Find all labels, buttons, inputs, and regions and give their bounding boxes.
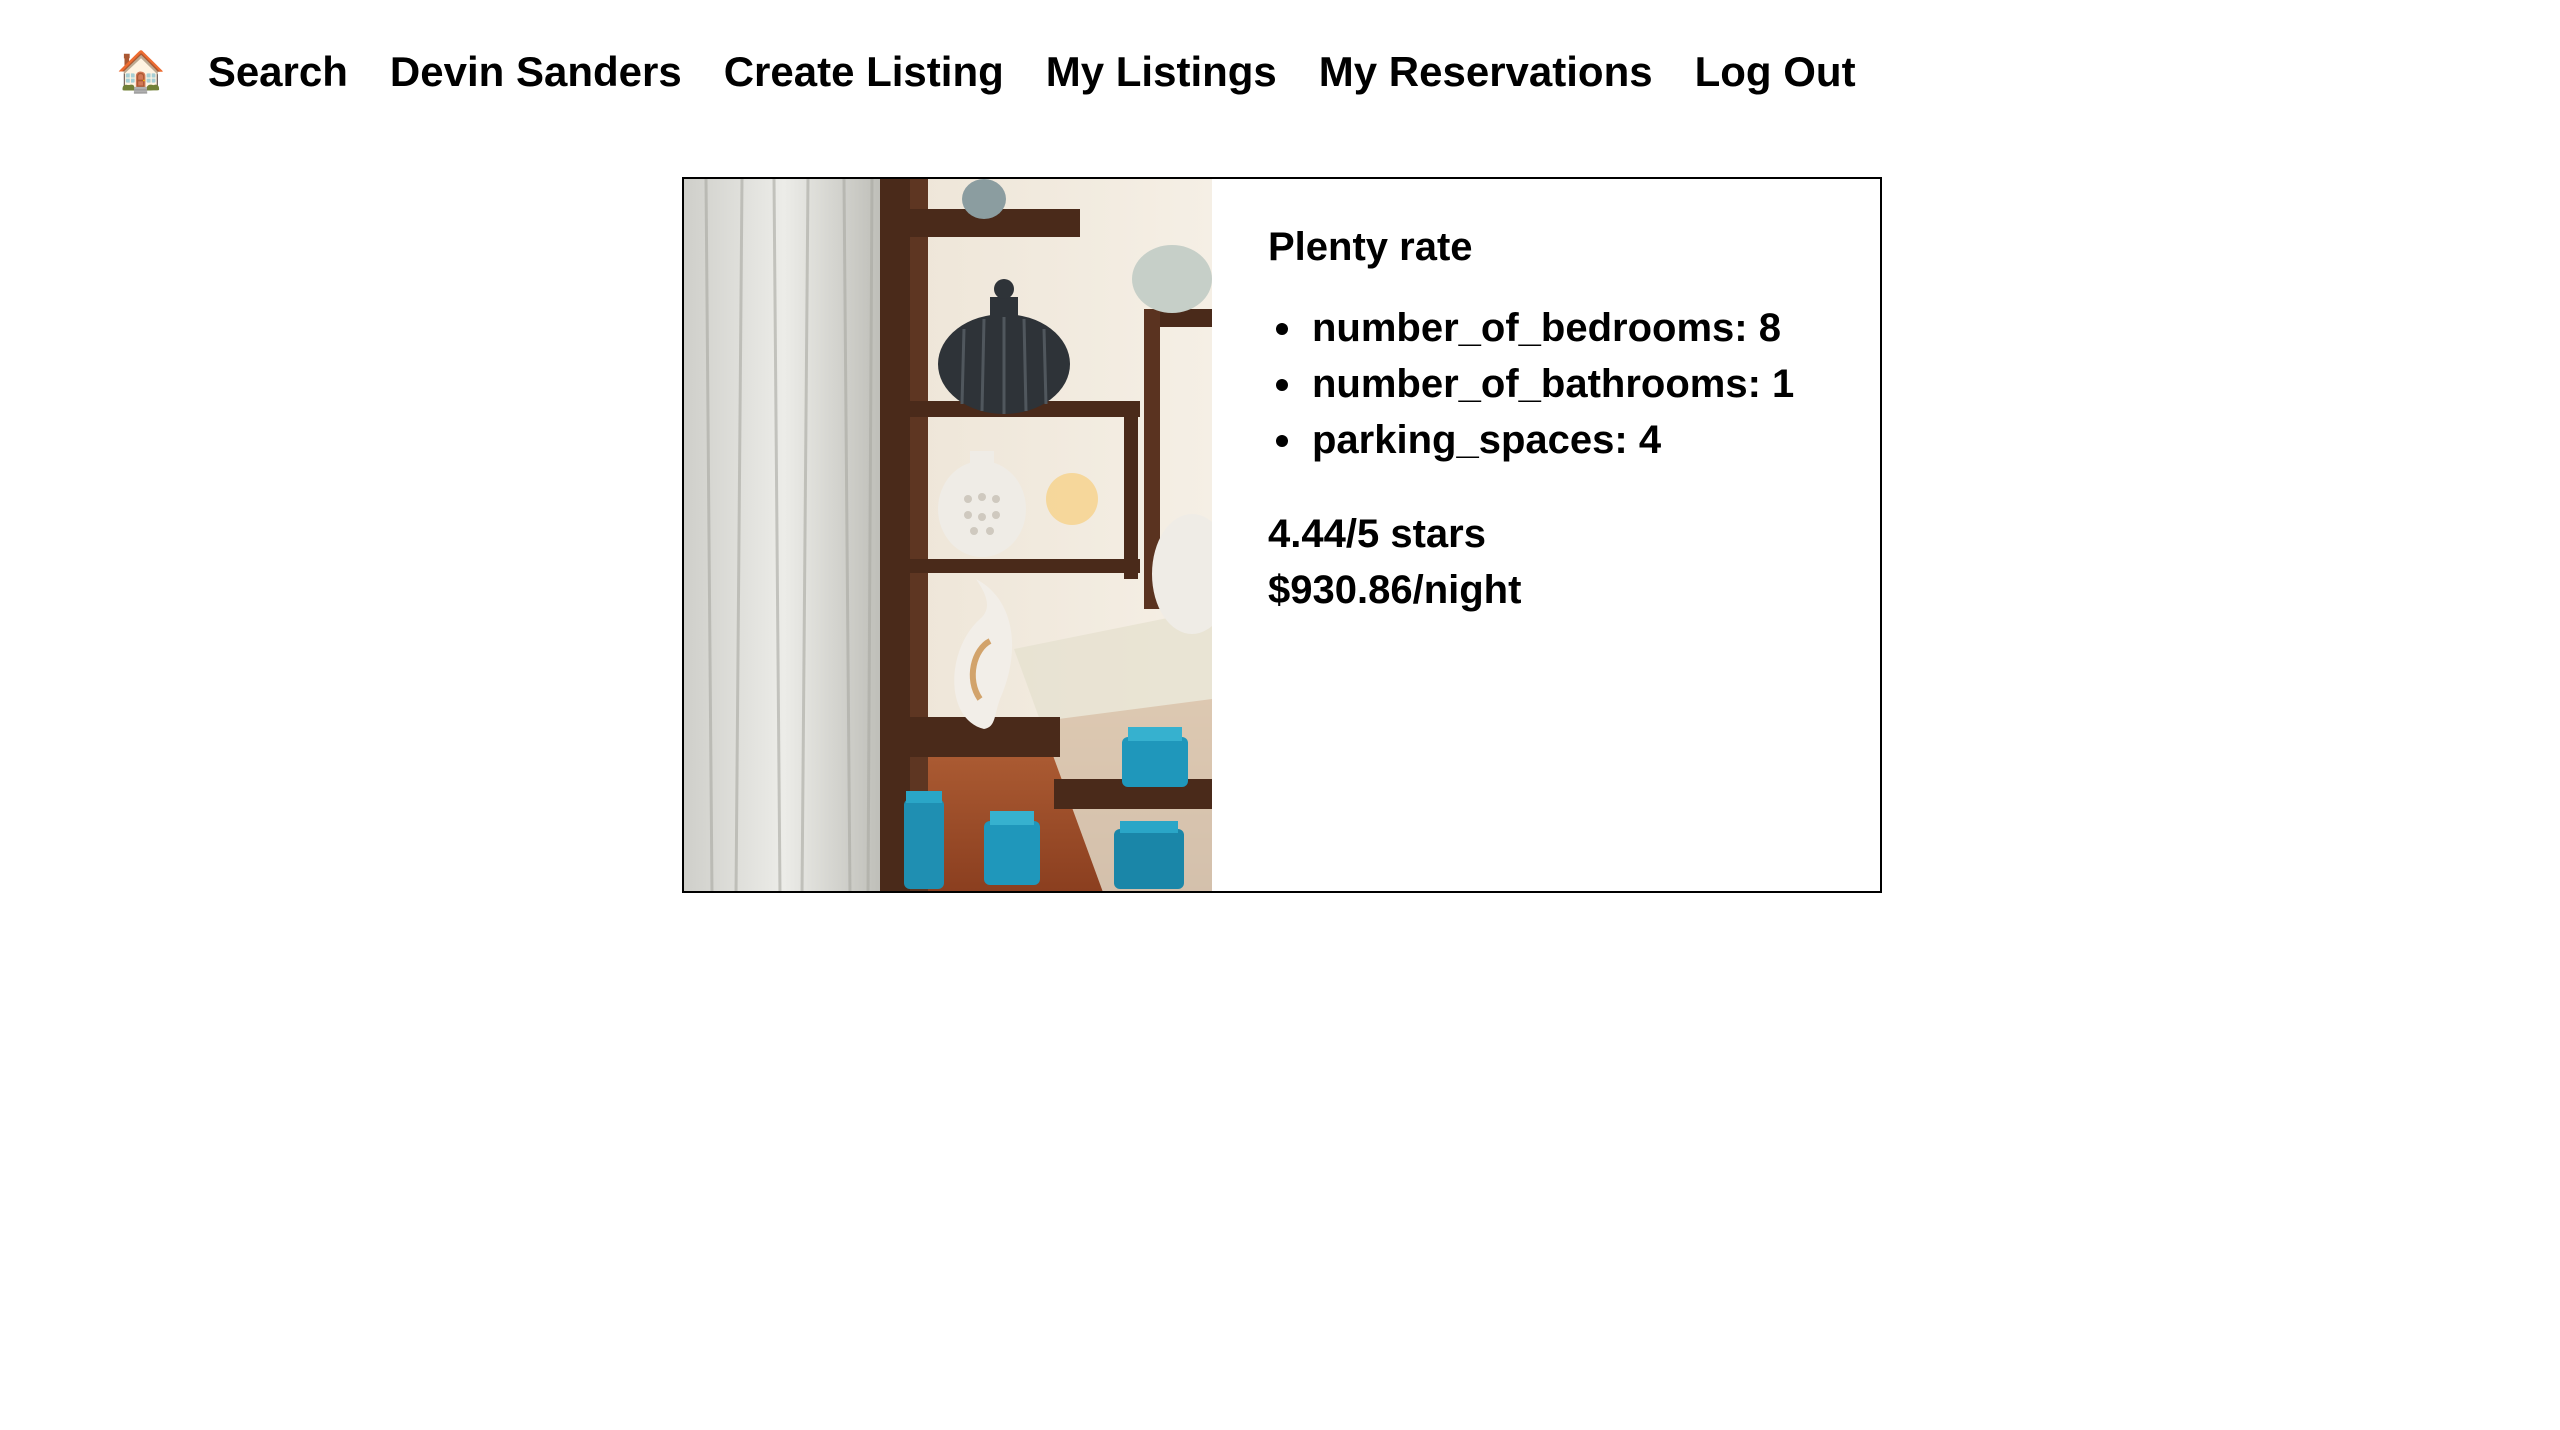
- nav-create-listing-link[interactable]: Create Listing: [724, 48, 1004, 96]
- listing-rating: 4.44/5 stars: [1268, 512, 1486, 556]
- feature-bathrooms: number_of_bathrooms: 1: [1275, 356, 1794, 412]
- nav-log-out-link[interactable]: Log Out: [1695, 48, 1856, 96]
- feature-parking-spaces: parking_spaces: 4: [1275, 412, 1794, 468]
- nav-my-reservations-link[interactable]: My Reservations: [1319, 48, 1653, 96]
- top-nav: 🏠 Search Devin Sanders Create Listing My…: [116, 42, 1898, 102]
- listing-details: Plenty rate number_of_bedrooms: 8 number…: [1212, 179, 1794, 891]
- nav-search-link[interactable]: Search: [208, 48, 348, 96]
- feature-bedrooms: number_of_bedrooms: 8: [1275, 300, 1794, 356]
- listing-features-list: number_of_bedrooms: 8 number_of_bathroom…: [1268, 300, 1794, 468]
- house-icon[interactable]: 🏠: [116, 52, 166, 92]
- nav-user-profile-link[interactable]: Devin Sanders: [390, 48, 682, 96]
- nav-my-listings-link[interactable]: My Listings: [1046, 48, 1277, 96]
- listing-price: $930.86/night: [1268, 568, 1522, 612]
- listing-title: Plenty rate: [1268, 225, 1473, 269]
- listing-card[interactable]: Plenty rate number_of_bedrooms: 8 number…: [682, 177, 1882, 893]
- listing-photo: [684, 179, 1212, 891]
